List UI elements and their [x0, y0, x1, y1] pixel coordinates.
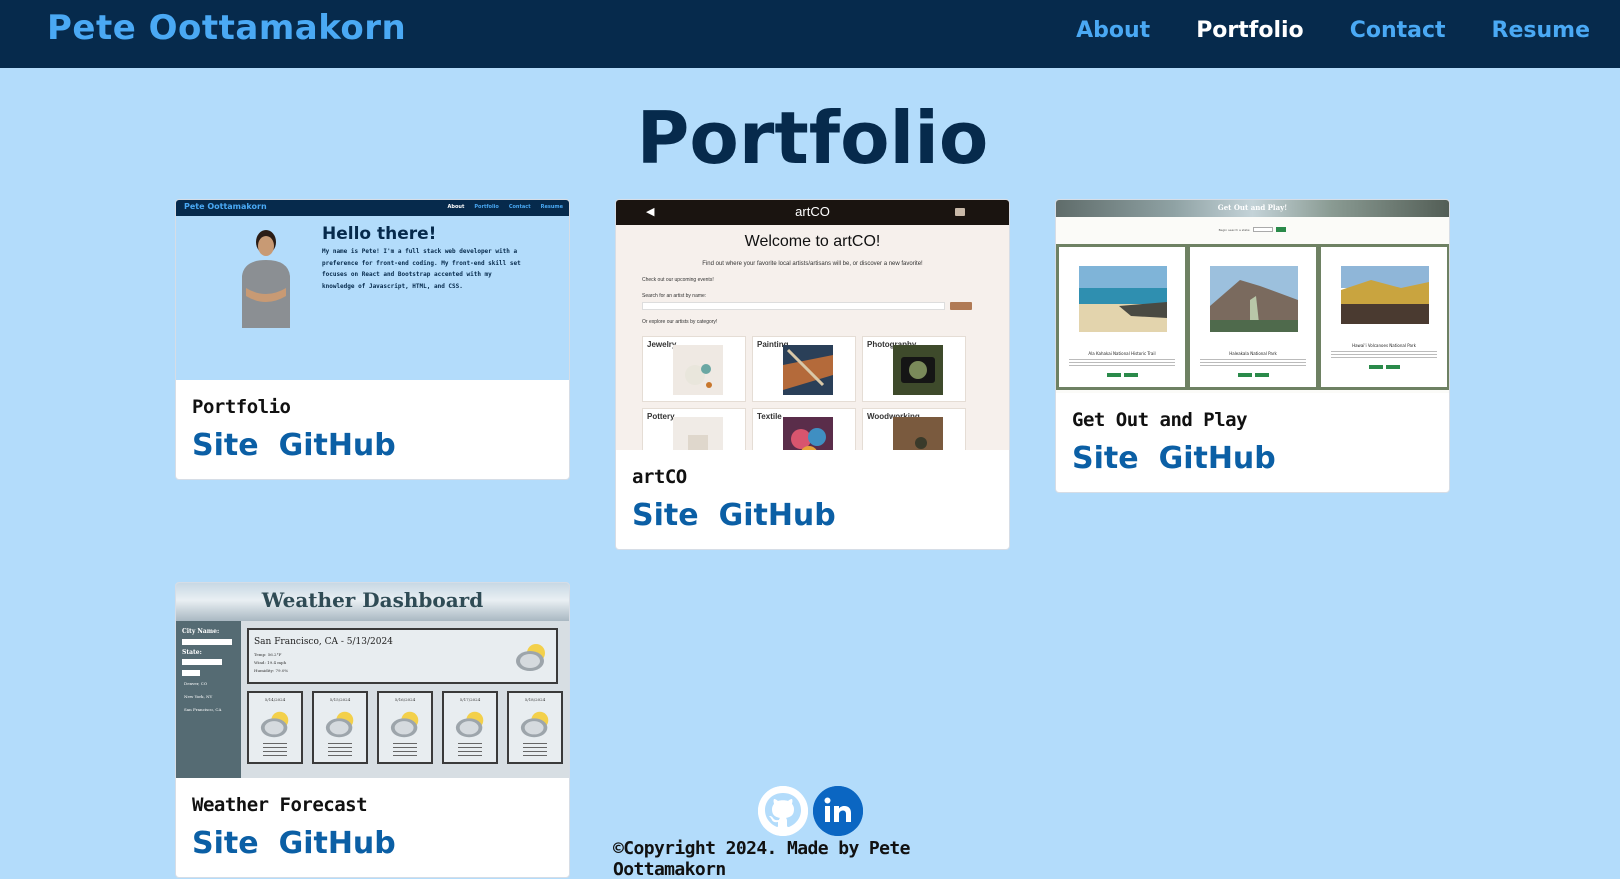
github-link[interactable]: GitHub: [719, 498, 836, 533]
partly-cloudy-icon: [260, 711, 289, 738]
mail-icon: [955, 208, 965, 216]
project-card-weather-forecast: Weather Dashboard City Name: State: Denv…: [175, 582, 570, 878]
navbar: Pete Oottamakorn About Portfolio Contact…: [0, 0, 1620, 68]
site-link[interactable]: Site: [192, 826, 259, 861]
nav-resume-link[interactable]: Resume: [1492, 18, 1590, 43]
nav-portfolio-link[interactable]: Portfolio: [1196, 18, 1304, 43]
partly-cloudy-icon: [520, 711, 549, 738]
partly-cloudy-icon: [455, 711, 484, 738]
site-link[interactable]: Site: [1072, 441, 1139, 476]
nav-contact-link[interactable]: Contact: [1350, 18, 1446, 43]
project-screenshot[interactable]: Pete Oottamakorn About Portfolio Contact…: [176, 200, 569, 380]
site-link[interactable]: Site: [192, 428, 259, 463]
partly-cloudy-icon: [390, 711, 419, 738]
github-link[interactable]: GitHub: [1159, 441, 1276, 476]
project-title: Weather Forecast: [192, 794, 368, 816]
project-card-artco: ◀ artCO Welcome to artCO! Find out where…: [615, 199, 1010, 550]
page-title: Portfolio: [636, 96, 989, 180]
nav-about-link[interactable]: About: [1076, 18, 1150, 43]
project-title: artCO: [632, 466, 687, 488]
github-icon[interactable]: [758, 786, 808, 836]
nav-links: About Portfolio Contact Resume: [1076, 18, 1590, 43]
github-link[interactable]: GitHub: [279, 428, 396, 463]
social-links: [758, 786, 863, 836]
brand-link[interactable]: Pete Oottamakorn: [47, 8, 406, 48]
github-link[interactable]: GitHub: [279, 826, 396, 861]
copyright-text: ©Copyright 2024. Made by Pete Oottamakor…: [613, 838, 910, 879]
project-card-portfolio: Pete Oottamakorn About Portfolio Contact…: [175, 199, 570, 480]
project-title: Portfolio: [192, 396, 291, 418]
partly-cloudy-icon: [516, 644, 545, 671]
linkedin-icon[interactable]: [813, 786, 863, 836]
site-link[interactable]: Site: [632, 498, 699, 533]
profile-photo: [242, 230, 290, 328]
project-title: Get Out and Play: [1072, 409, 1248, 431]
project-screenshot[interactable]: Weather Dashboard City Name: State: Denv…: [176, 583, 569, 778]
project-card-get-out-and-play: Get Out and Play! Begin search a state: …: [1055, 199, 1450, 493]
partly-cloudy-icon: [325, 711, 354, 738]
project-screenshot[interactable]: ◀ artCO Welcome to artCO! Find out where…: [616, 200, 1009, 450]
project-screenshot[interactable]: Get Out and Play! Begin search a state: …: [1056, 200, 1449, 393]
